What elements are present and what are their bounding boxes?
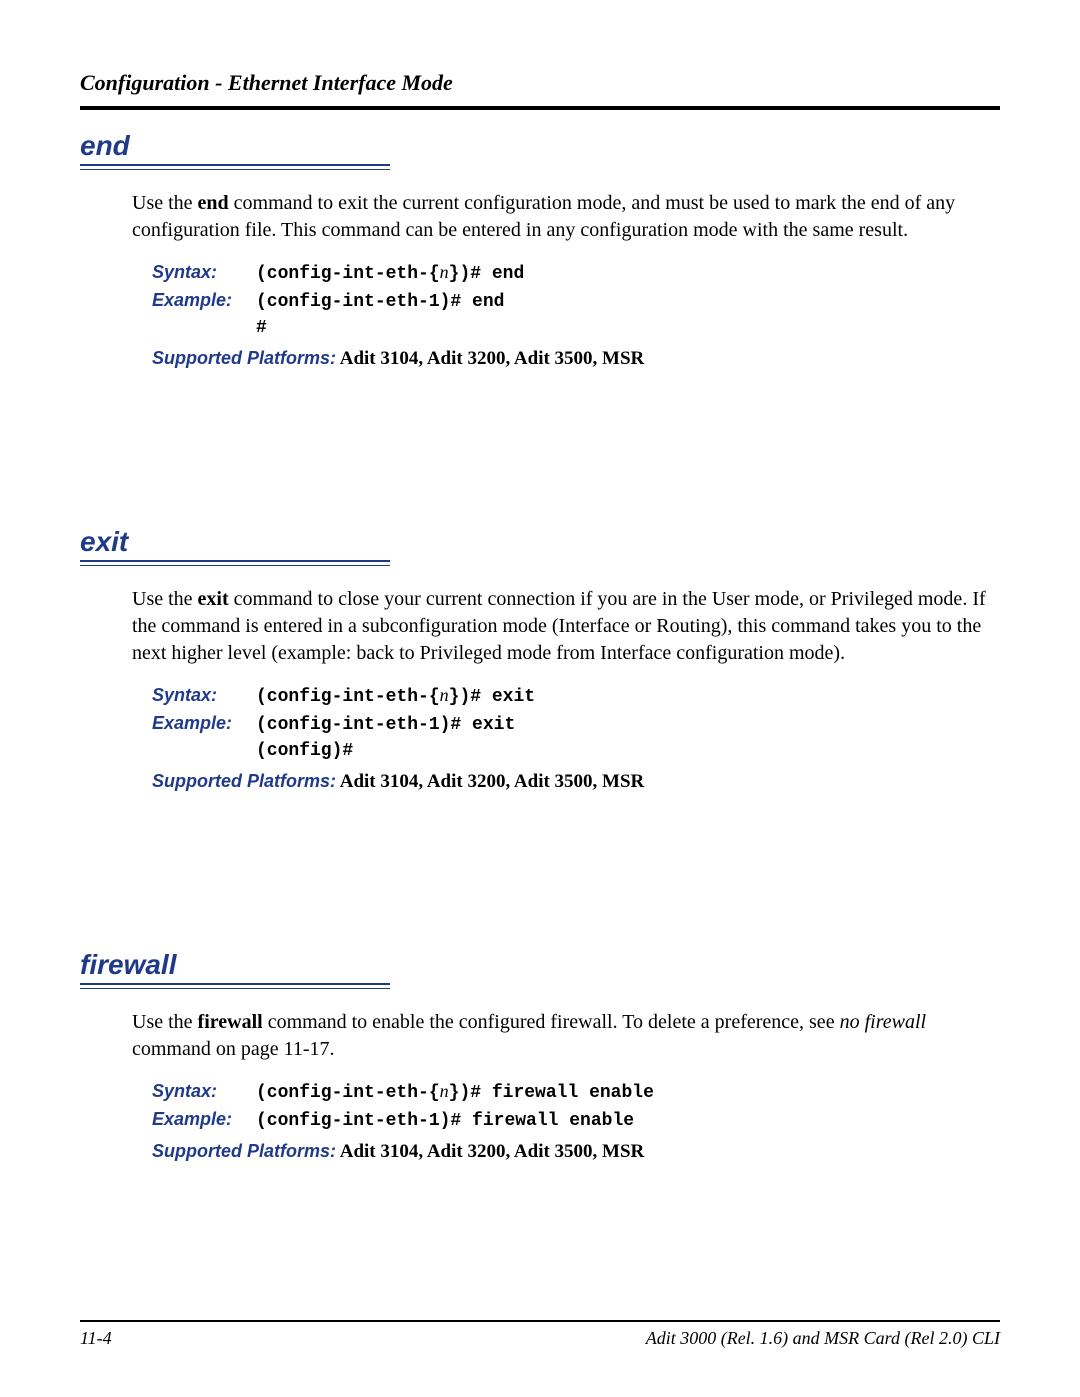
example-label: Example: xyxy=(152,290,256,311)
footer-line: 11-4 Adit 3000 (Rel. 1.6) and MSR Card (… xyxy=(80,1328,1000,1349)
platforms-label: Supported Platforms: xyxy=(152,1141,336,1161)
text: command to close your current connection… xyxy=(132,588,986,664)
example-label: Example: xyxy=(152,713,256,734)
text: Use the xyxy=(132,1011,198,1033)
syntax-row: Syntax: (config-int-eth-{n})# end xyxy=(152,262,1000,284)
text-italic: no firewall xyxy=(840,1011,926,1033)
syntax-value: (config-int-eth-{n})# exit xyxy=(256,685,535,707)
page: Configuration - Ethernet Interface Mode … xyxy=(0,0,1080,1397)
text-bold: firewall xyxy=(198,1011,263,1033)
footer-rule xyxy=(80,1320,1000,1322)
section-heading-firewall: firewall xyxy=(80,949,1000,981)
section-heading-exit: exit xyxy=(80,526,1000,558)
example-row: Example: (config-int-eth-1)# exit xyxy=(152,713,1000,735)
section-gap xyxy=(80,793,1000,943)
example-value: (config-int-eth-1)# end xyxy=(256,292,504,312)
syntax-value: (config-int-eth-{n})# end xyxy=(256,262,524,284)
platforms-label: Supported Platforms: xyxy=(152,771,336,791)
example-continuation: (config)# xyxy=(152,741,1000,761)
syntax-block-end: Syntax: (config-int-eth-{n})# end Exampl… xyxy=(152,262,1000,338)
text: command to exit the current configuratio… xyxy=(132,192,955,241)
section-heading-end: end xyxy=(80,130,1000,162)
platforms-firewall: Supported Platforms: Adit 3104, Adit 320… xyxy=(152,1141,1000,1163)
text: Use the xyxy=(132,192,198,214)
syntax-block-firewall: Syntax: (config-int-eth-{n})# firewall e… xyxy=(152,1081,1000,1131)
header-rule xyxy=(80,106,1000,110)
syntax-row: Syntax: (config-int-eth-{n})# firewall e… xyxy=(152,1081,1000,1103)
platforms-value: Adit 3104, Adit 3200, Adit 3500, MSR xyxy=(336,1141,644,1162)
platforms-label: Supported Platforms: xyxy=(152,348,336,368)
syntax-row: Syntax: (config-int-eth-{n})# exit xyxy=(152,685,1000,707)
doc-title-footer: Adit 3000 (Rel. 1.6) and MSR Card (Rel 2… xyxy=(646,1328,1000,1349)
page-header-title: Configuration - Ethernet Interface Mode xyxy=(80,70,1000,96)
syntax-label: Syntax: xyxy=(152,262,256,283)
syntax-value: (config-int-eth-{n})# firewall enable xyxy=(256,1081,654,1103)
heading-underline xyxy=(80,164,390,170)
example-value: (config-int-eth-1)# exit xyxy=(256,715,515,735)
example-continuation: # xyxy=(152,318,1000,338)
platforms-value: Adit 3104, Adit 3200, Adit 3500, MSR xyxy=(336,771,644,792)
syntax-label: Syntax: xyxy=(152,1081,256,1102)
page-number: 11-4 xyxy=(80,1328,112,1349)
text: command on page 11-17. xyxy=(132,1038,335,1060)
platforms-value: Adit 3104, Adit 3200, Adit 3500, MSR xyxy=(336,348,644,369)
heading-underline xyxy=(80,560,390,566)
platforms-exit: Supported Platforms: Adit 3104, Adit 320… xyxy=(152,771,1000,793)
body-text-end: Use the end command to exit the current … xyxy=(132,190,990,244)
syntax-label: Syntax: xyxy=(152,685,256,706)
text: Use the xyxy=(132,588,198,610)
page-footer: 11-4 Adit 3000 (Rel. 1.6) and MSR Card (… xyxy=(80,1320,1000,1349)
example-row: Example: (config-int-eth-1)# firewall en… xyxy=(152,1109,1000,1131)
section-gap xyxy=(80,370,1000,520)
example-value: (config-int-eth-1)# firewall enable xyxy=(256,1111,634,1131)
heading-underline xyxy=(80,983,390,989)
text-bold: end xyxy=(198,192,229,214)
example-label: Example: xyxy=(152,1109,256,1130)
text-bold: exit xyxy=(198,588,229,610)
example-row: Example: (config-int-eth-1)# end xyxy=(152,290,1000,312)
example-cont-value: # xyxy=(256,318,267,338)
platforms-end: Supported Platforms: Adit 3104, Adit 320… xyxy=(152,348,1000,370)
body-text-firewall: Use the firewall command to enable the c… xyxy=(132,1009,990,1063)
body-text-exit: Use the exit command to close your curre… xyxy=(132,586,990,667)
syntax-block-exit: Syntax: (config-int-eth-{n})# exit Examp… xyxy=(152,685,1000,761)
text: command to enable the configured firewal… xyxy=(263,1011,840,1033)
example-cont-value: (config)# xyxy=(256,741,353,761)
